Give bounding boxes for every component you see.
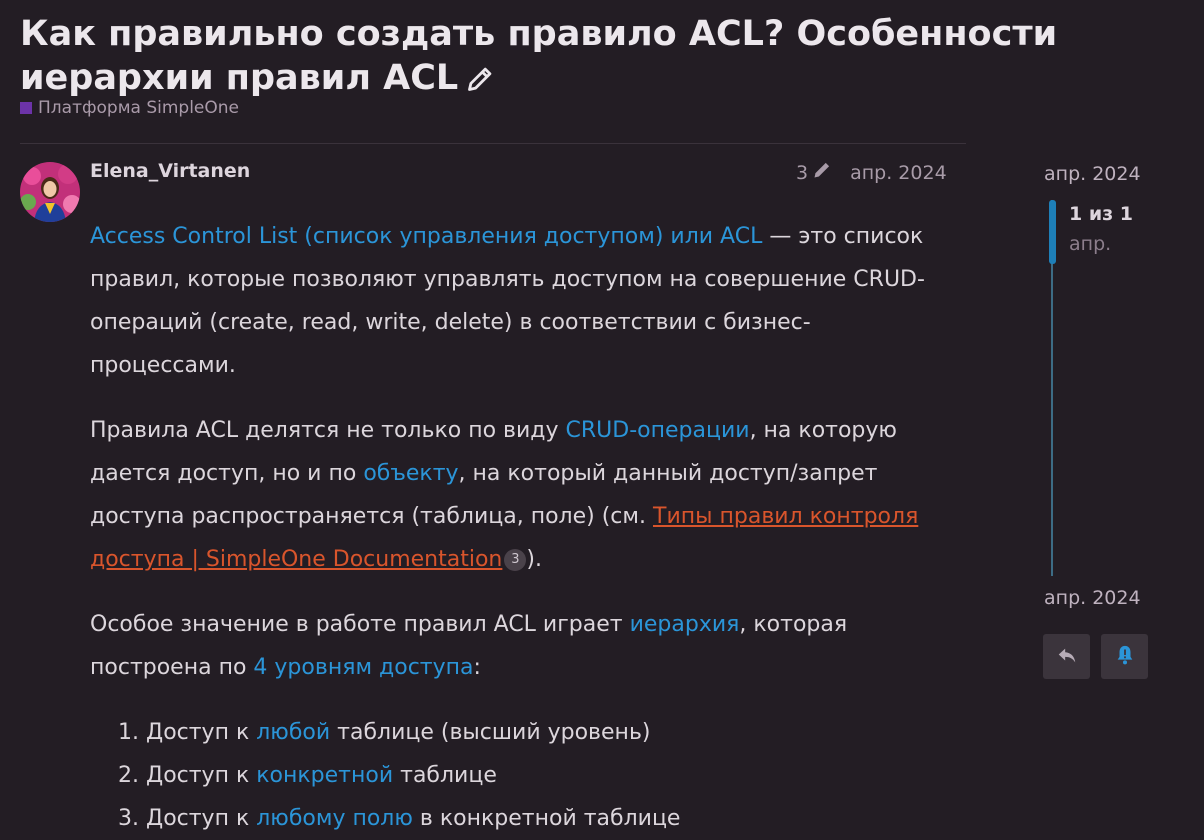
post-body: Access Control List (список управления д…: [90, 215, 940, 840]
edit-count: 3: [796, 161, 809, 184]
paragraph: Правила ACL делятся не только по виду CR…: [90, 409, 940, 581]
category-color-swatch: [20, 102, 32, 114]
list-item: Доступ к конкретной таблице: [146, 754, 940, 797]
text: Доступ к: [146, 806, 257, 831]
hierarchy-link[interactable]: иерархия: [630, 612, 740, 637]
acl-link[interactable]: Access Control List (список управления д…: [90, 224, 762, 249]
paragraph: Особое значение в работе правил ACL игра…: [90, 603, 940, 689]
text: Доступ к: [146, 763, 257, 788]
text: :: [473, 655, 481, 680]
avatar[interactable]: [20, 162, 80, 222]
timeline-handle[interactable]: [1049, 200, 1056, 264]
edit-history-button[interactable]: 3: [796, 160, 832, 185]
text: в конкретной таблице: [412, 806, 681, 831]
list-item: Доступ к любому полю в конкретной таблиц…: [146, 797, 940, 840]
topic-title-text: Как правильно создать правило ACL? Особе…: [20, 14, 1058, 98]
list-link[interactable]: любой: [256, 720, 330, 745]
timeline-position-date: апр.: [1069, 233, 1112, 255]
text: таблице: [393, 763, 497, 788]
list-link[interactable]: любому полю: [256, 806, 413, 831]
divider: [20, 143, 966, 144]
pencil-icon: [812, 160, 832, 185]
bell-alert-icon: [1114, 644, 1136, 670]
access-levels-link[interactable]: 4 уровням доступа: [253, 655, 473, 680]
access-levels-list: Доступ к любой таблице (высший уровень) …: [90, 711, 940, 840]
reply-button[interactable]: [1043, 634, 1090, 679]
notification-button[interactable]: [1101, 634, 1148, 679]
text: Правила ACL делятся не только по виду: [90, 418, 566, 443]
post-author[interactable]: Elena_Virtanen: [90, 160, 250, 182]
post-date[interactable]: апр. 2024: [850, 162, 947, 184]
list-link[interactable]: конкретной: [256, 763, 393, 788]
text: Особое значение в работе правил ACL игра…: [90, 612, 630, 637]
reply-icon: [1056, 644, 1078, 670]
post-meta: 3 апр. 2024: [796, 160, 947, 185]
text: таблице (высший уровень): [330, 720, 651, 745]
timeline-end-date[interactable]: апр. 2024: [1044, 587, 1141, 609]
pencil-icon[interactable]: [466, 60, 494, 104]
object-link[interactable]: объекту: [363, 461, 458, 486]
click-count-badge: 3: [504, 549, 527, 571]
text: Доступ к: [146, 720, 257, 745]
text: ).: [526, 547, 542, 572]
timeline-position: 1 из 1: [1069, 203, 1134, 225]
paragraph: Access Control List (список управления д…: [90, 215, 940, 387]
topic-title: Как правильно создать правило ACL? Особе…: [20, 12, 1060, 104]
category-badge[interactable]: Платформа SimpleOne: [20, 98, 239, 118]
crud-link[interactable]: CRUD-операции: [566, 418, 750, 443]
list-item: Доступ к любой таблице (высший уровень): [146, 711, 940, 754]
category-label: Платформа SimpleOne: [38, 98, 240, 118]
timeline-start-date[interactable]: апр. 2024: [1044, 163, 1141, 185]
